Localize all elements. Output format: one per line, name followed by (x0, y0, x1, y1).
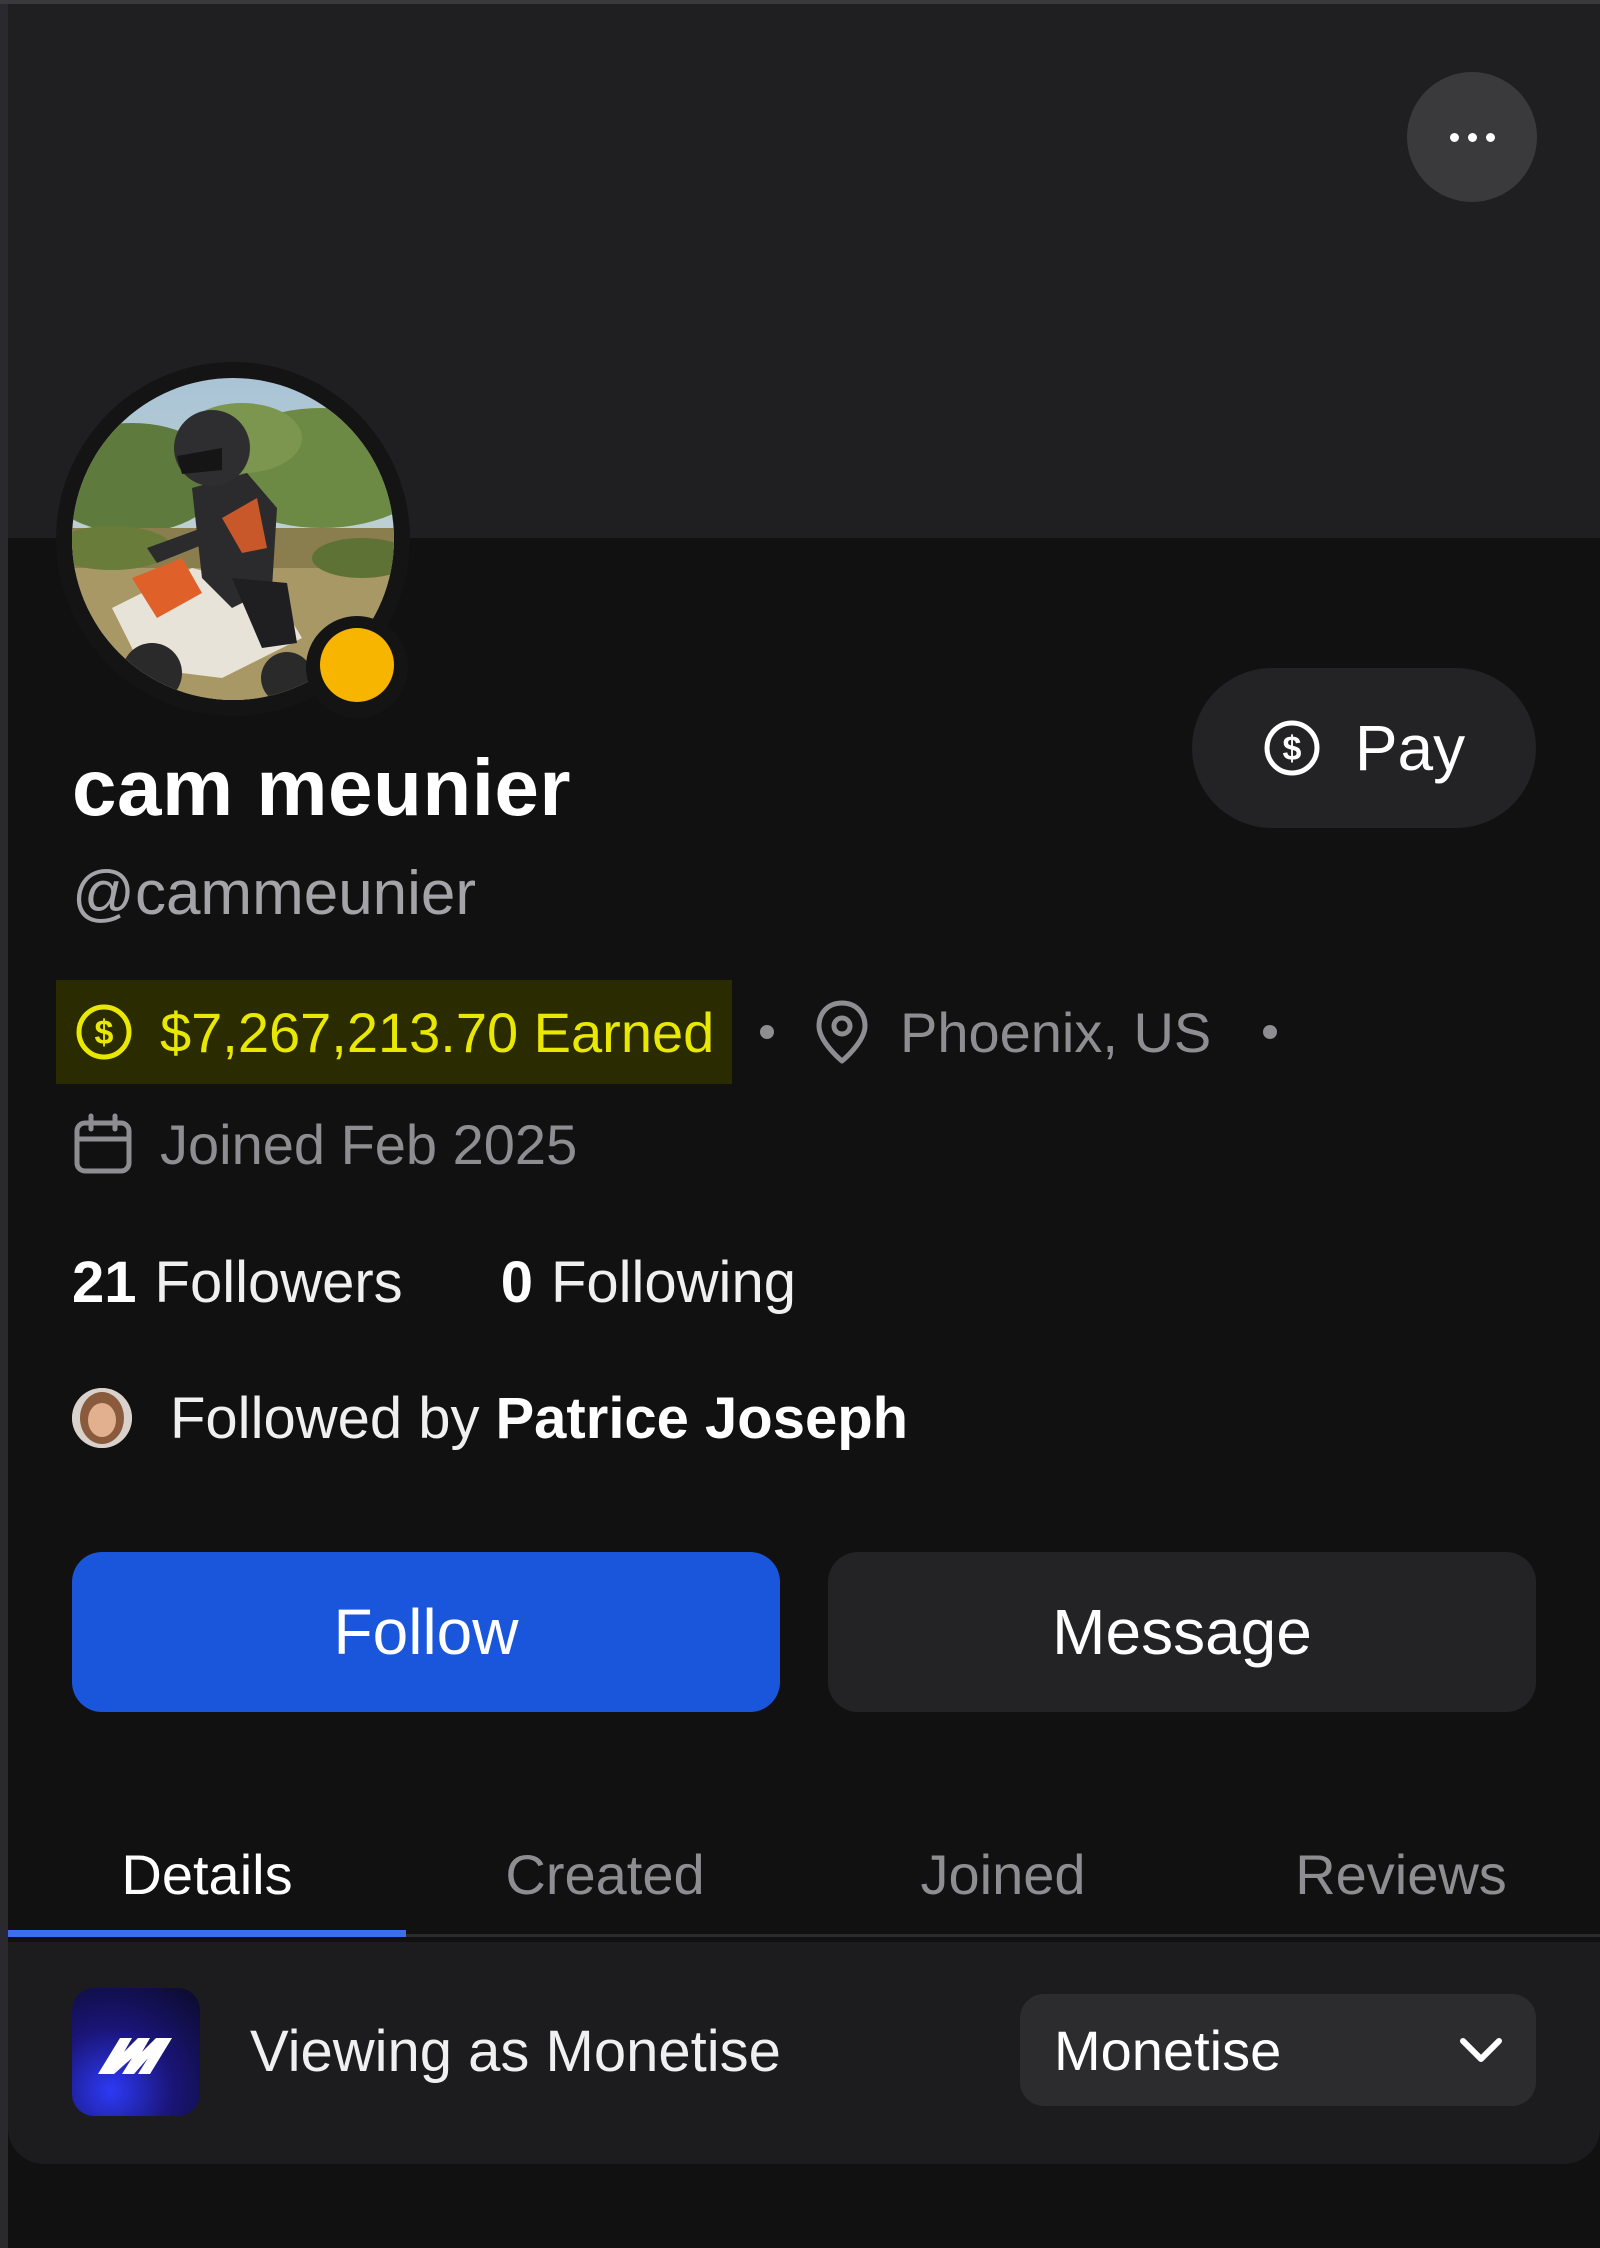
earned-badge: $ $7,267,213.70 Earned (56, 980, 732, 1084)
location-text: Phoenix, US (900, 1000, 1212, 1064)
following-label: Following (550, 1249, 796, 1315)
follower-avatar-photo (72, 1388, 132, 1448)
followed-by[interactable]: Followed by Patrice Joseph (72, 1380, 908, 1456)
followed-by-name: Patrice Joseph (495, 1385, 909, 1451)
follow-stats: 21 Followers 0 Following (72, 1244, 796, 1320)
follower-avatar (72, 1388, 132, 1448)
more-options-button[interactable] (1407, 72, 1537, 202)
map-pin-icon (816, 1000, 868, 1064)
message-button[interactable]: Message (828, 1552, 1536, 1712)
svg-text:$: $ (95, 1014, 114, 1052)
joined-date-text: Joined Feb 2025 (160, 1112, 578, 1176)
viewing-as-label: Viewing as Monetise (250, 2019, 781, 2084)
follow-button[interactable]: Follow (72, 1552, 780, 1712)
separator-dot (760, 1025, 774, 1039)
display-name: cam meunier (72, 743, 572, 832)
profile-tabs: Details Created Joined Reviews (8, 1810, 1600, 1938)
monetise-logo-mark (98, 2038, 172, 2074)
more-horizontal-icon-dot (1467, 132, 1477, 142)
following-link[interactable]: 0 Following (501, 1249, 796, 1316)
tab-joined[interactable]: Joined (804, 1810, 1202, 1938)
tab-created[interactable]: Created (406, 1810, 804, 1938)
tab-details[interactable]: Details (8, 1810, 406, 1938)
username-handle: @cammeunier (72, 859, 477, 928)
dollar-circle-icon: $ (76, 1004, 132, 1060)
more-horizontal-icon (1449, 132, 1459, 142)
earned-amount: $7,267,213.70 Earned (160, 1000, 715, 1064)
status-dot (320, 628, 394, 702)
viewing-as-selected: Monetise (1054, 2018, 1282, 2082)
chevron-down-icon (1460, 2038, 1502, 2062)
monetise-logo (72, 1988, 200, 2116)
pay-button-label: Pay (1354, 712, 1466, 784)
pay-button[interactable]: $ Pay (1192, 668, 1536, 828)
followers-link[interactable]: 21 Followers (72, 1249, 403, 1316)
dollar-circle-icon: $ (1264, 720, 1320, 776)
more-horizontal-icon-dot (1485, 132, 1495, 142)
following-count: 0 (500, 1249, 533, 1315)
window-edge (0, 0, 8, 2248)
svg-text:$: $ (1282, 730, 1301, 768)
followed-by-prefix: Followed by (170, 1385, 480, 1451)
separator-dot (1263, 1025, 1277, 1039)
followers-label: Followers (154, 1249, 403, 1315)
location: Phoenix, US (814, 994, 1211, 1070)
followers-count: 21 (72, 1249, 137, 1315)
viewing-as-select[interactable]: Monetise (1020, 1994, 1536, 2106)
active-tab-indicator (8, 1930, 406, 1937)
tab-reviews[interactable]: Reviews (1202, 1810, 1600, 1938)
joined-date: Joined Feb 2025 (72, 1104, 577, 1184)
calendar-icon (74, 1113, 132, 1174)
